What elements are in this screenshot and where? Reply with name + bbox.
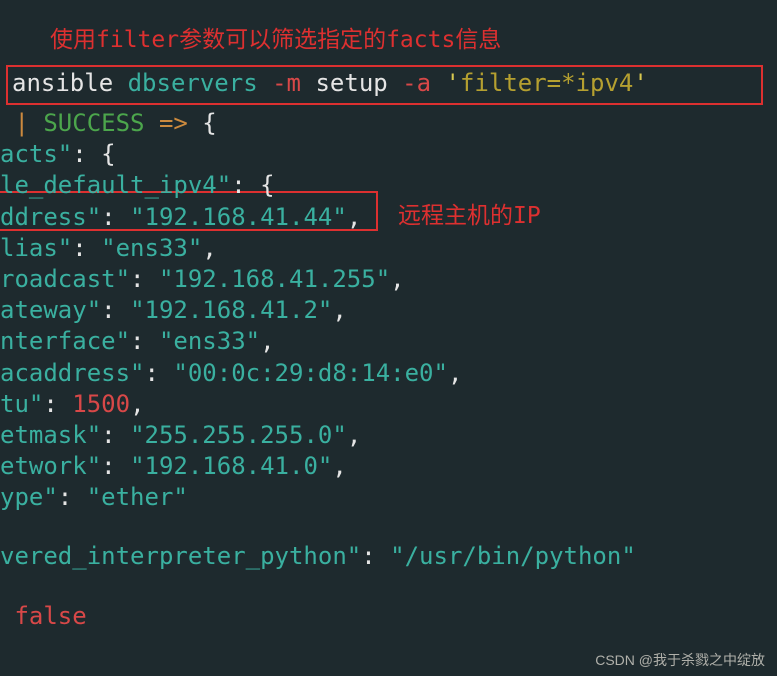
val-alias: "ens33" xyxy=(101,234,202,262)
val-gateway: "192.168.41.2" xyxy=(130,296,332,324)
cmd-host: dbservers xyxy=(113,69,272,97)
comma: , xyxy=(332,296,346,324)
comma: , xyxy=(347,203,361,231)
key-interpreter: vered_interpreter_python" xyxy=(0,542,361,570)
success-text: SUCCESS xyxy=(29,109,159,137)
colon: : xyxy=(361,542,390,570)
colon: : xyxy=(231,171,260,199)
output-line-10: etmask": "255.255.255.0", xyxy=(0,420,777,451)
val-macaddress: "00:0c:29:d8:14:e0" xyxy=(173,359,448,387)
val-network: "192.168.41.0" xyxy=(130,452,332,480)
output-line-16: false xyxy=(0,601,777,632)
colon: : xyxy=(72,234,101,262)
output-line-9: tu": 1500, xyxy=(0,389,777,420)
output-line-11: etwork": "192.168.41.0", xyxy=(0,451,777,482)
comma: , xyxy=(448,359,462,387)
output-line-12: ype": "ether" xyxy=(0,482,777,513)
output-line-4: lias": "ens33", xyxy=(0,233,777,264)
val-address: "192.168.41.44" xyxy=(130,203,347,231)
key-netmask: etmask" xyxy=(0,421,101,449)
terminal-output: | SUCCESS => { acts": { le_default_ipv4"… xyxy=(0,108,777,632)
cmd-quote2: ' xyxy=(633,69,647,97)
colon: : xyxy=(130,265,159,293)
comma: , xyxy=(332,452,346,480)
cmd-ansible: ansible xyxy=(12,69,113,97)
cmd-arg: filter=*ipv4 xyxy=(460,69,633,97)
colon: : xyxy=(101,296,130,324)
success-arrow: = xyxy=(159,109,173,137)
key-mtu: tu" xyxy=(0,390,43,418)
cmd-quote1: ' xyxy=(446,69,460,97)
success-gt: > xyxy=(173,109,187,137)
val-broadcast: "192.168.41.255" xyxy=(159,265,390,293)
key-alias: lias" xyxy=(0,234,72,262)
blank-line xyxy=(0,573,777,601)
colon: : xyxy=(130,327,159,355)
colon: : xyxy=(145,359,174,387)
brace: { xyxy=(101,140,115,168)
output-line-1: acts": { xyxy=(0,139,777,170)
comma: , xyxy=(202,234,216,262)
colon: : xyxy=(101,421,130,449)
output-line-6: ateway": "192.168.41.2", xyxy=(0,295,777,326)
val-false: false xyxy=(0,602,87,630)
comma: , xyxy=(130,390,144,418)
success-pipe: | xyxy=(14,109,28,137)
val-interpreter: "/usr/bin/python" xyxy=(390,542,636,570)
output-line-3: ddress": "192.168.41.44", xyxy=(0,202,777,233)
colon: : xyxy=(58,483,87,511)
output-line-2: le_default_ipv4": { xyxy=(0,170,777,201)
colon: : xyxy=(43,390,72,418)
blank-line xyxy=(0,513,777,541)
comma: , xyxy=(390,265,404,293)
brace: { xyxy=(260,171,274,199)
key-facts: acts" xyxy=(0,140,72,168)
key-default-ipv4: le_default_ipv4" xyxy=(0,171,231,199)
csdn-watermark: CSDN @我于杀戮之中绽放 xyxy=(595,650,765,670)
success-brace: { xyxy=(188,109,217,137)
comma: , xyxy=(260,327,274,355)
output-line-14: vered_interpreter_python": "/usr/bin/pyt… xyxy=(0,541,777,572)
output-line-5: roadcast": "192.168.41.255", xyxy=(0,264,777,295)
val-type: "ether" xyxy=(87,483,188,511)
colon: : xyxy=(101,203,130,231)
output-line-success: | SUCCESS => { xyxy=(0,108,777,139)
key-macaddress: acaddress" xyxy=(0,359,145,387)
val-mtu: 1500 xyxy=(72,390,130,418)
key-network: etwork" xyxy=(0,452,101,480)
key-type: ype" xyxy=(0,483,58,511)
val-interface: "ens33" xyxy=(159,327,260,355)
key-interface: nterface" xyxy=(0,327,130,355)
output-line-8: acaddress": "00:0c:29:d8:14:e0", xyxy=(0,358,777,389)
colon: : xyxy=(101,452,130,480)
cmd-module: setup xyxy=(301,69,402,97)
cmd-flag-m: -m xyxy=(272,69,301,97)
key-broadcast: roadcast" xyxy=(0,265,130,293)
comma: , xyxy=(347,421,361,449)
cmd-flag-a: -a xyxy=(402,69,445,97)
annotation-filter-text: 使用filter参数可以筛选指定的facts信息 xyxy=(50,20,501,54)
key-address: ddress" xyxy=(0,203,101,231)
command-highlight-box: ansible dbservers -m setup -a 'filter=*i… xyxy=(6,65,763,105)
output-line-7: nterface": "ens33", xyxy=(0,326,777,357)
key-gateway: ateway" xyxy=(0,296,101,324)
colon: : xyxy=(72,140,101,168)
val-netmask: "255.255.255.0" xyxy=(130,421,347,449)
